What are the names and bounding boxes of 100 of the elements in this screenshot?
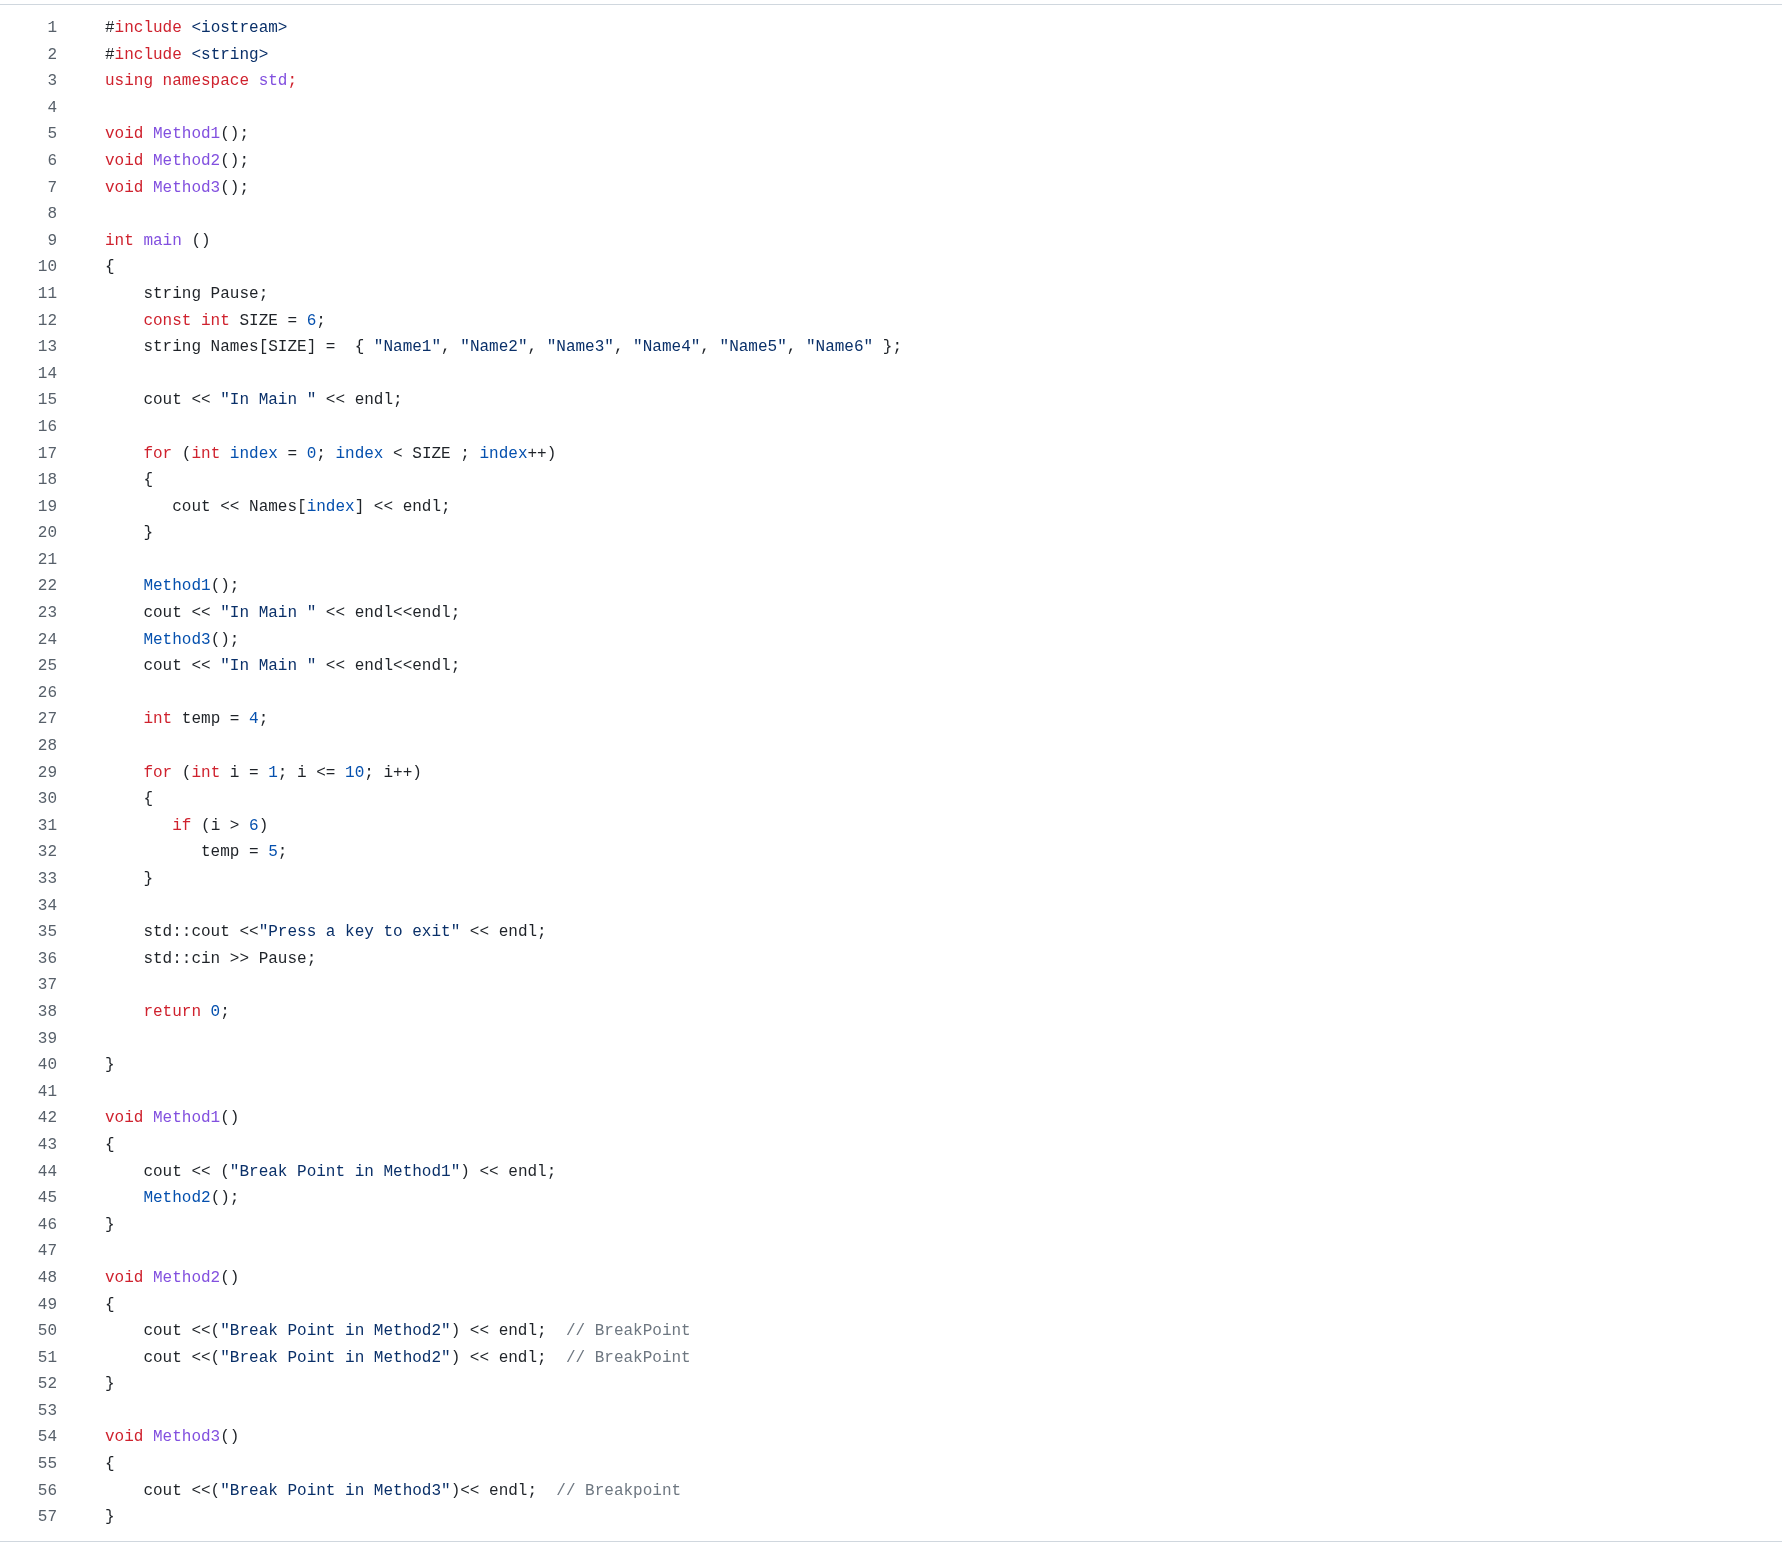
line-number: 30 [37, 789, 57, 811]
code-line: int temp = 4; [142, 709, 269, 731]
line-number: 31 [37, 815, 57, 837]
line-number: 10 [37, 257, 57, 279]
line-number: 35 [37, 922, 57, 944]
code-line: int main () [105, 230, 211, 252]
line-number: 21 [37, 549, 57, 571]
line-number: 39 [37, 1028, 57, 1050]
line-number: 8 [47, 204, 57, 226]
code-line: cout <<("Break Point in Method2") << endl; // BreakPoint [142, 1347, 691, 1369]
line-number: 50 [37, 1321, 57, 1343]
code-line: void Method2() [105, 1267, 240, 1289]
line-number: 11 [37, 283, 57, 305]
line-number: 5 [47, 124, 57, 146]
code-line: if (i > 6) [171, 815, 269, 837]
line-number: 32 [37, 842, 57, 864]
code-line: cout << ("Break Point in Method1") << endl; [142, 1161, 557, 1183]
line-number: 28 [37, 736, 57, 758]
line-number: 15 [37, 390, 57, 412]
code-line: Method1(); [142, 576, 240, 598]
code-line: cout << Names[index] << endl; [171, 496, 451, 518]
code-line: } [142, 869, 153, 890]
code-line: { [105, 1134, 115, 1156]
line-number: 53 [37, 1400, 57, 1422]
code-line: { [142, 470, 153, 492]
line-number: 49 [37, 1294, 57, 1316]
line-number: 27 [37, 709, 57, 731]
code-line: temp = 5; [200, 842, 288, 864]
code-line: } [105, 1214, 115, 1236]
line-number: 48 [37, 1267, 57, 1289]
line-number: 13 [37, 337, 57, 359]
code-line: { [105, 1454, 115, 1476]
line-number: 33 [37, 869, 57, 890]
line-number: 19 [37, 496, 57, 518]
code-line: #include <string> [105, 44, 269, 66]
line-number: 51 [37, 1347, 57, 1369]
line-number: 18 [37, 470, 57, 492]
code-line: return 0; [142, 1001, 230, 1023]
code-line: } [105, 1374, 115, 1396]
code-line: } [105, 1507, 115, 1529]
code-line: } [105, 1055, 115, 1077]
code-line: void Method1(); [105, 124, 250, 146]
line-number: 46 [37, 1214, 57, 1236]
line-number: 44 [37, 1161, 57, 1183]
line-number: 55 [37, 1454, 57, 1476]
line-number: 3 [47, 71, 57, 93]
code-line: void Method3() [105, 1427, 240, 1449]
line-number: 6 [47, 150, 57, 172]
line-number: 12 [37, 310, 57, 332]
line-number: 42 [37, 1108, 57, 1130]
line-number: 7 [47, 177, 57, 199]
line-number: 9 [47, 230, 57, 252]
line-number: 17 [37, 443, 57, 465]
line-number: 43 [37, 1134, 57, 1156]
line-number: 40 [37, 1055, 57, 1077]
line-number: 2 [47, 44, 57, 66]
line-number: 20 [37, 523, 57, 545]
code-line: for (int index = 0; index < SIZE ; index++) [142, 443, 557, 465]
line-number: 56 [37, 1480, 57, 1502]
line-number: 37 [37, 975, 57, 997]
code-line: { [142, 789, 153, 811]
line-number: 23 [37, 603, 57, 625]
line-number: 54 [37, 1427, 57, 1449]
code-line: { [105, 257, 115, 279]
line-number: 45 [37, 1188, 57, 1210]
code-line: Method2(); [142, 1188, 240, 1210]
line-number: 36 [37, 948, 57, 970]
code-line: Method3(); [142, 629, 240, 651]
code-line: cout << "In Main " << endl<<endl; [142, 656, 461, 678]
code-line: string Pause; [142, 283, 269, 305]
code-line: cout <<("Break Point in Method2") << endl; // BreakPoint [142, 1321, 691, 1343]
line-number: 52 [37, 1374, 57, 1396]
code-line: } [142, 523, 153, 545]
line-number: 47 [37, 1241, 57, 1263]
code-line: std::cout <<"Press a key to exit" << endl; [142, 922, 547, 944]
line-number: 38 [37, 1001, 57, 1023]
code-line: cout << "In Main " << endl; [142, 390, 403, 412]
code-line: { [105, 1294, 115, 1316]
code-line: string Names[SIZE] = { "Name1", "Name2", "Name3", "Name4", "Name5", "Name6" }; [142, 337, 902, 359]
code-line: cout <<("Break Point in Method3")<< endl; // Breakpoint [142, 1480, 682, 1502]
code-line: const int SIZE = 6; [142, 310, 326, 332]
line-number: 29 [37, 762, 57, 784]
line-number: 16 [37, 416, 57, 438]
line-number: 14 [37, 363, 57, 385]
line-number: 1 [47, 18, 57, 39]
code-line: void Method2(); [105, 150, 250, 172]
code-line: cout << "In Main " << endl<<endl; [142, 603, 461, 625]
line-number: 25 [37, 656, 57, 678]
code-line: using namespace std; [105, 71, 298, 93]
code-line: for (int i = 1; i <= 10; i++) [142, 762, 422, 784]
code-line: void Method3(); [105, 177, 250, 199]
line-number: 57 [37, 1507, 57, 1529]
line-number: 41 [37, 1081, 57, 1103]
line-number: 4 [47, 97, 57, 119]
line-number: 26 [37, 682, 57, 704]
line-number: 34 [37, 895, 57, 917]
code-line: std::cin >> Pause; [142, 948, 317, 970]
line-number: 24 [37, 629, 57, 651]
code-line: void Method1() [105, 1108, 240, 1130]
code-line: #include <iostream> [105, 18, 288, 39]
